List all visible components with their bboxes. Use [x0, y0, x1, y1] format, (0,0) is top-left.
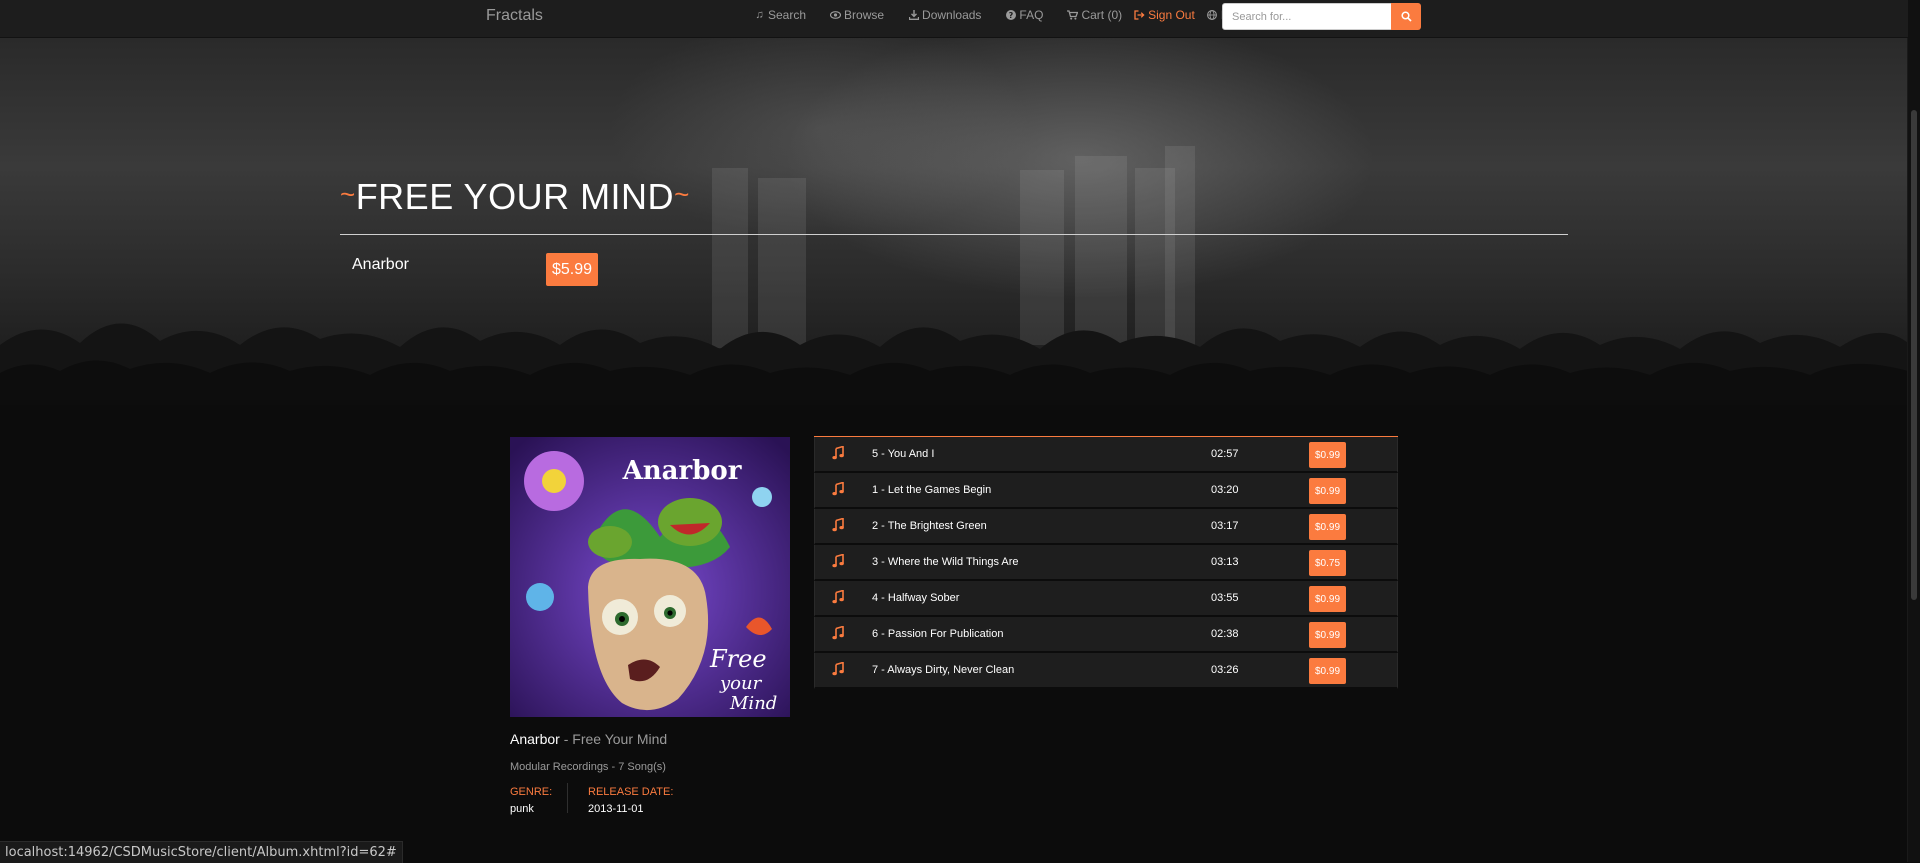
track-duration: 02:57	[1211, 448, 1239, 460]
music-note-icon	[832, 626, 844, 640]
track-list: 5 - You And I 02:57 $0.99 1 - Let the Ga…	[814, 436, 1398, 689]
buy-track-button[interactable]: $0.99	[1309, 442, 1346, 468]
music-icon: ♫	[755, 9, 764, 21]
cart-icon	[1067, 10, 1079, 20]
eye-icon	[830, 11, 842, 19]
nav-faq-link[interactable]: ? FAQ	[1005, 8, 1043, 22]
cover-title-line1: Free	[709, 645, 767, 673]
buy-track-button[interactable]: $0.99	[1309, 514, 1346, 540]
scrollbar-thumb[interactable]	[1911, 110, 1917, 600]
track-row[interactable]: 3 - Where the Wild Things Are 03:13 $0.7…	[814, 545, 1398, 581]
nav-faq-label: FAQ	[1019, 8, 1044, 22]
album-meta: Modular Recordings - 7 Song(s)	[510, 761, 666, 773]
track-name: 3 - Where the Wild Things Are	[872, 556, 1019, 568]
question-circle-icon: ?	[1005, 10, 1016, 20]
cover-title-line2: your	[719, 673, 763, 694]
track-duration: 03:13	[1211, 556, 1239, 568]
track-name: 1 - Let the Games Begin	[872, 484, 992, 496]
music-note-icon	[832, 518, 844, 532]
crowd-silhouette	[0, 323, 1908, 405]
album-heading: ~FREE YOUR MIND~	[340, 176, 690, 218]
heading-divider	[340, 234, 1568, 235]
track-name: 6 - Passion For Publication	[872, 628, 1004, 640]
sign-out-icon	[1134, 10, 1145, 20]
buy-track-button[interactable]: $0.99	[1309, 658, 1346, 684]
nav-links: ♫ Search Browse Downloads ? FAQ Cart (0)…	[754, 0, 1232, 30]
title-tilde-right: ~	[674, 179, 690, 209]
cover-title-line3: Mind	[729, 693, 777, 714]
track-duration: 03:20	[1211, 484, 1239, 496]
search-input[interactable]	[1222, 3, 1392, 30]
release-date-label: RELEASE DATE:	[588, 786, 674, 798]
buy-album-button[interactable]: $5.99	[546, 253, 599, 286]
track-duration: 02:38	[1211, 628, 1239, 640]
hero-banner: ~FREE YOUR MIND~ Anarbor $5.99	[0, 38, 1908, 405]
nav-downloads-link[interactable]: Downloads	[908, 8, 981, 22]
nav-signout-label: Sign Out	[1148, 8, 1195, 22]
nav-search-label: Search	[768, 8, 807, 22]
nav-cart-label: Cart (0)	[1081, 8, 1123, 22]
genre-detail: GENRE: punk	[510, 786, 552, 815]
brand-logo[interactable]: Fractals	[486, 7, 543, 25]
svg-text:?: ?	[1009, 11, 1014, 20]
title-tilde-left: ~	[340, 179, 356, 209]
album-artist-link[interactable]: Anarbor	[510, 731, 560, 747]
buy-track-button[interactable]: $0.99	[1309, 622, 1346, 648]
buy-track-button[interactable]: $0.75	[1309, 550, 1346, 576]
page-scrollbar[interactable]	[1907, 0, 1920, 862]
track-duration: 03:17	[1211, 520, 1239, 532]
music-note-icon	[832, 482, 844, 496]
album-title: Free Your Mind	[572, 731, 668, 747]
browser-status-bar: localhost:14962/CSDMusicStore/client/Alb…	[0, 841, 403, 863]
track-duration: 03:26	[1211, 664, 1239, 676]
music-note-icon	[832, 590, 844, 604]
track-row[interactable]: 7 - Always Dirty, Never Clean 03:26 $0.9…	[814, 653, 1398, 689]
album-caption: Anarbor - Free Your Mind	[510, 731, 667, 747]
track-name: 7 - Always Dirty, Never Clean	[872, 664, 1015, 676]
nav-browse-link[interactable]: Browse	[830, 8, 884, 22]
release-date-value: 2013-11-01	[588, 803, 644, 815]
nav-downloads-label: Downloads	[922, 8, 982, 22]
globe-icon	[1207, 10, 1218, 20]
search-icon	[1400, 11, 1412, 22]
buy-track-button[interactable]: $0.99	[1309, 586, 1346, 612]
music-note-icon	[832, 554, 844, 568]
nav-signout-link[interactable]: Sign Out	[1134, 8, 1195, 22]
genre-label: GENRE:	[510, 786, 553, 798]
hero-artist-name[interactable]: Anarbor	[352, 256, 409, 274]
nav-browse-label: Browse	[844, 8, 885, 22]
album-cover: Anarbor Free your Mind	[510, 437, 790, 717]
music-note-icon	[832, 662, 844, 676]
track-name: 4 - Halfway Sober	[872, 592, 960, 604]
track-name: 2 - The Brightest Green	[872, 520, 987, 532]
track-row[interactable]: 1 - Let the Games Begin 03:20 $0.99	[814, 473, 1398, 509]
download-icon	[908, 10, 919, 20]
nav-search-link[interactable]: ♫ Search	[754, 8, 806, 22]
album-cover-art: Anarbor Free your Mind	[510, 437, 790, 717]
detail-divider	[567, 783, 568, 813]
nav-cart-link[interactable]: Cart (0)	[1067, 8, 1122, 22]
track-name: 5 - You And I	[872, 448, 935, 460]
buy-track-button[interactable]: $0.99	[1309, 478, 1346, 504]
search-button[interactable]	[1391, 3, 1421, 30]
navbar: Fractals ♫ Search Browse Downloads ? FAQ	[0, 0, 1908, 38]
album-caption-separator: -	[559, 731, 573, 747]
cover-band-name: Anarbor	[622, 456, 742, 486]
release-date-detail: RELEASE DATE: 2013-11-01	[588, 786, 673, 815]
music-note-icon	[832, 446, 844, 460]
track-row[interactable]: 2 - The Brightest Green 03:17 $0.99	[814, 509, 1398, 545]
track-row[interactable]: 5 - You And I 02:57 $0.99	[814, 437, 1398, 473]
track-row[interactable]: 6 - Passion For Publication 02:38 $0.99	[814, 617, 1398, 653]
genre-value: punk	[510, 803, 534, 815]
track-duration: 03:55	[1211, 592, 1239, 604]
album-heading-text: FREE YOUR MIND	[355, 176, 675, 217]
track-row[interactable]: 4 - Halfway Sober 03:55 $0.99	[814, 581, 1398, 617]
